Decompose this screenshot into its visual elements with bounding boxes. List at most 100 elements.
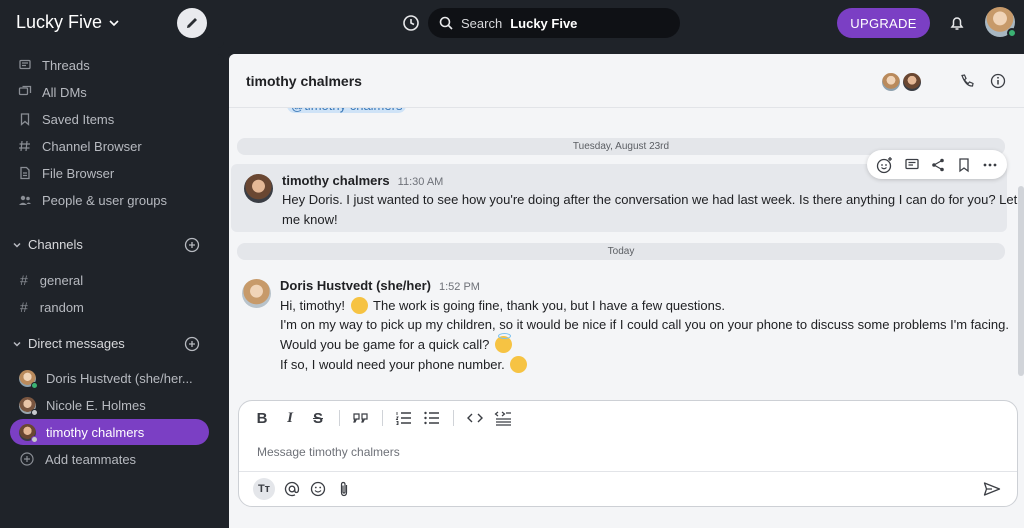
sidebar-item-dm-doris[interactable]: Doris Hustvedt (she/her... — [10, 365, 209, 391]
quote-icon[interactable] — [352, 410, 370, 426]
info-icon[interactable] — [990, 73, 1006, 89]
avatar[interactable] — [242, 279, 271, 308]
dm-label: timothy chalmers — [46, 424, 145, 440]
dms-section-toggle[interactable]: Direct messages — [12, 336, 125, 351]
send-icon[interactable] — [983, 481, 1001, 497]
slightly-smiling-emoji-icon — [350, 297, 368, 314]
dms-section-title: Direct messages — [28, 336, 125, 351]
channels-section-title: Channels — [28, 237, 83, 252]
add-teammates-button[interactable]: Add teammates — [10, 446, 209, 472]
bell-icon[interactable] — [948, 14, 966, 32]
sidebar-item-label: All DMs — [42, 84, 87, 100]
avatar — [19, 369, 38, 389]
channel-label: random — [39, 299, 84, 315]
online-status-dot — [1007, 28, 1017, 38]
search-label: Search — [461, 15, 503, 31]
all-dms-icon — [18, 85, 32, 96]
bold-icon[interactable]: B — [253, 409, 271, 427]
search-scope: Lucky Five — [510, 15, 578, 31]
more-options-icon[interactable] — [982, 157, 998, 173]
avatar — [19, 396, 38, 416]
add-teammates-label: Add teammates — [45, 451, 137, 467]
user-avatar[interactable] — [985, 7, 1017, 38]
numbered-list-icon[interactable] — [395, 410, 413, 426]
bookmark-icon[interactable] — [956, 157, 972, 173]
message-text: me know! — [282, 212, 338, 227]
code-block-icon[interactable] — [494, 410, 512, 426]
phone-icon[interactable] — [959, 73, 975, 89]
member-avatar[interactable] — [880, 71, 902, 93]
sidebar-item-channel-random[interactable]: # random — [20, 299, 84, 315]
conversation-pane: timothy chalmers @timothy chalmers Tuesd… — [229, 54, 1024, 528]
message-author[interactable]: timothy chalmers — [282, 173, 390, 188]
attachment-icon[interactable] — [335, 480, 353, 498]
threads-icon — [19, 59, 31, 70]
message-text: The work is going fine, thank you, but I… — [373, 298, 725, 313]
sidebar-item-channel-general[interactable]: # general — [20, 272, 83, 288]
sidebar-item-channel-browser[interactable]: Channel Browser — [18, 136, 142, 156]
avatar — [19, 423, 38, 443]
sidebar-item-label: People & user groups — [42, 192, 168, 208]
sidebar-item-dm-timothy[interactable]: timothy chalmers — [10, 419, 209, 445]
workspace-header: Lucky Five — [0, 0, 224, 48]
sidebar-item-dm-nicole[interactable]: Nicole E. Holmes — [10, 392, 209, 418]
file-icon — [20, 166, 30, 180]
bulleted-list-icon[interactable] — [423, 410, 441, 426]
bookmark-icon — [20, 113, 30, 126]
member-avatar[interactable] — [901, 71, 923, 93]
code-icon[interactable] — [466, 410, 484, 426]
chevron-down-icon — [109, 19, 119, 26]
top-bar: Search Lucky Five UPGRADE — [229, 0, 1024, 48]
dm-label: Doris Hustvedt (she/her... — [46, 370, 193, 386]
new-message-button[interactable] — [177, 8, 207, 38]
pencil-icon — [187, 18, 197, 28]
chevron-down-icon — [13, 341, 21, 347]
dm-label: Nicole E. Holmes — [46, 397, 146, 413]
share-icon[interactable] — [930, 157, 946, 173]
composer-tools: Tт — [253, 478, 353, 500]
channels-section-toggle[interactable]: Channels — [12, 237, 83, 252]
workspace-switcher[interactable]: Lucky Five — [16, 12, 120, 33]
emoji-icon[interactable] — [309, 480, 327, 498]
scrollbar[interactable] — [1018, 186, 1024, 376]
people-icon — [19, 195, 31, 205]
sidebar-item-saved-items[interactable]: Saved Items — [18, 109, 114, 129]
search-bar[interactable]: Search Lucky Five — [428, 8, 680, 38]
avatar[interactable] — [244, 174, 273, 203]
date-divider: Today — [237, 243, 1005, 260]
formatting-toolbar: B I S — [253, 409, 512, 427]
sidebar-item-all-dms[interactable]: All DMs — [18, 82, 87, 102]
message-text: I'm on my way to pick up my children, so… — [280, 317, 1009, 332]
message-time: 1:52 PM — [438, 281, 480, 293]
composer-divider — [239, 471, 1017, 472]
history-icon[interactable] — [402, 14, 420, 32]
mention-icon[interactable] — [283, 480, 301, 498]
reply-in-thread-icon[interactable] — [904, 157, 920, 173]
upgrade-button[interactable]: UPGRADE — [837, 8, 930, 38]
message-text-line: Hi, timothy! The work is going fine, tha… — [280, 297, 725, 314]
sidebar: Threads All DMs Saved Items Channel Brow… — [0, 54, 224, 528]
message-author[interactable]: Doris Hustvedt (she/her) — [280, 278, 431, 293]
sidebar-item-label: File Browser — [42, 165, 115, 181]
message-item[interactable]: Doris Hustvedt (she/her) 1:52 PM Hi, tim… — [229, 269, 1009, 379]
offline-status-dot — [31, 435, 38, 443]
italic-icon[interactable]: I — [281, 409, 299, 427]
message-text: Hi, timothy! — [280, 298, 346, 313]
add-reaction-icon[interactable] — [876, 156, 894, 174]
sidebar-item-threads[interactable]: Threads — [18, 55, 90, 75]
add-dm-icon[interactable] — [184, 336, 200, 352]
add-channel-icon[interactable] — [184, 237, 200, 253]
message-input[interactable]: Message timothy chalmers — [257, 445, 400, 459]
message-text: If so, I would need your phone number. — [280, 357, 505, 372]
channel-label: general — [39, 272, 84, 288]
online-status-dot — [31, 381, 38, 389]
message-text: Would you be game for a quick call? — [280, 337, 490, 352]
text-format-toggle-icon[interactable]: Tт — [253, 478, 275, 500]
sidebar-item-people[interactable]: People & user groups — [18, 190, 167, 210]
sidebar-item-file-browser[interactable]: File Browser — [18, 163, 114, 183]
strikethrough-icon[interactable]: S — [309, 409, 327, 427]
smiling-emoji-icon — [510, 356, 528, 373]
toolbar-divider — [339, 410, 340, 426]
sidebar-item-label: Threads — [42, 57, 90, 73]
innocent-emoji-icon — [494, 333, 512, 353]
